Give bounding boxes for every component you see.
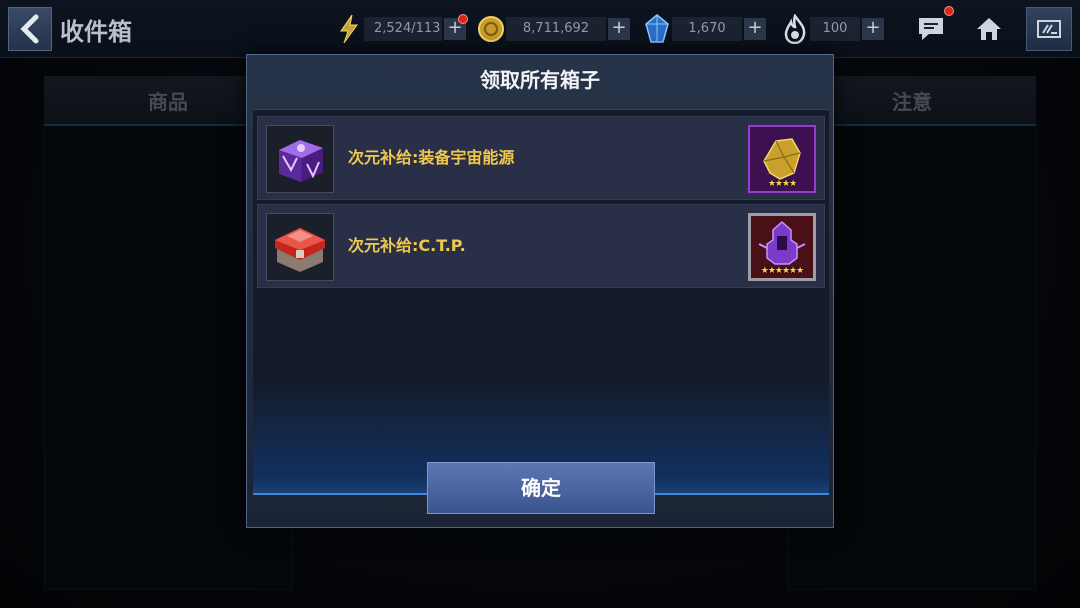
reward-slot[interactable]: ★★★★★★	[748, 213, 816, 281]
reward-slot[interactable]: ★★★★	[748, 125, 816, 193]
chat-icon	[919, 18, 943, 40]
page-title: 收件箱	[60, 18, 132, 46]
list-item[interactable]: 次元补给:装备宇宙能源 ★★★★	[257, 116, 825, 200]
crystal-icon	[642, 14, 672, 44]
gold-coin-icon	[476, 14, 506, 44]
gold-value: 8,711,692	[506, 17, 606, 41]
top-bar: 收件箱 2,524/113 + 8,711,692 + 1,670 + 100 …	[0, 0, 1080, 58]
home-button[interactable]	[970, 10, 1008, 48]
home-icon	[977, 18, 1001, 40]
lightning-icon	[334, 14, 364, 44]
crystal-add-button[interactable]: +	[744, 18, 766, 40]
stamina-resource: 100 +	[780, 14, 884, 44]
gold-resource: 8,711,692 +	[476, 14, 630, 44]
flame-icon	[780, 14, 810, 44]
stamina-add-button[interactable]: +	[862, 18, 884, 40]
chevron-left-icon	[20, 14, 39, 44]
menu-icon	[1037, 20, 1061, 38]
purple-crate-icon	[266, 125, 334, 193]
energy-notification-dot	[458, 14, 468, 24]
dialog-title: 领取所有箱子	[480, 68, 600, 92]
energy-value: 2,524/113	[364, 17, 442, 41]
gold-add-button[interactable]: +	[608, 18, 630, 40]
claim-all-dialog: 领取所有箱子 次元补给:装备宇宙能源 ★★★★ 次元补给:C.T.P. ★★★★…	[246, 54, 834, 528]
crystal-resource: 1,670 +	[642, 14, 766, 44]
item-list: 次元补给:装备宇宙能源 ★★★★ 次元补给:C.T.P. ★★★★★★	[253, 109, 829, 495]
red-crate-icon	[266, 213, 334, 281]
stamina-value: 100	[810, 17, 860, 41]
back-button[interactable]	[8, 7, 52, 51]
item-name: 次元补给:C.T.P.	[348, 236, 466, 255]
crystal-value: 1,670	[672, 17, 742, 41]
reward-stars: ★★★★	[767, 179, 797, 189]
list-item[interactable]: 次元补给:C.T.P. ★★★★★★	[257, 204, 825, 288]
chat-button[interactable]	[912, 10, 950, 48]
chat-notification-dot	[944, 6, 954, 16]
item-name: 次元补给:装备宇宙能源	[348, 148, 515, 167]
menu-button[interactable]	[1026, 7, 1072, 51]
confirm-button[interactable]: 确定	[427, 462, 655, 514]
energy-resource: 2,524/113 +	[334, 14, 466, 44]
reward-stars: ★★★★★★	[760, 266, 804, 276]
